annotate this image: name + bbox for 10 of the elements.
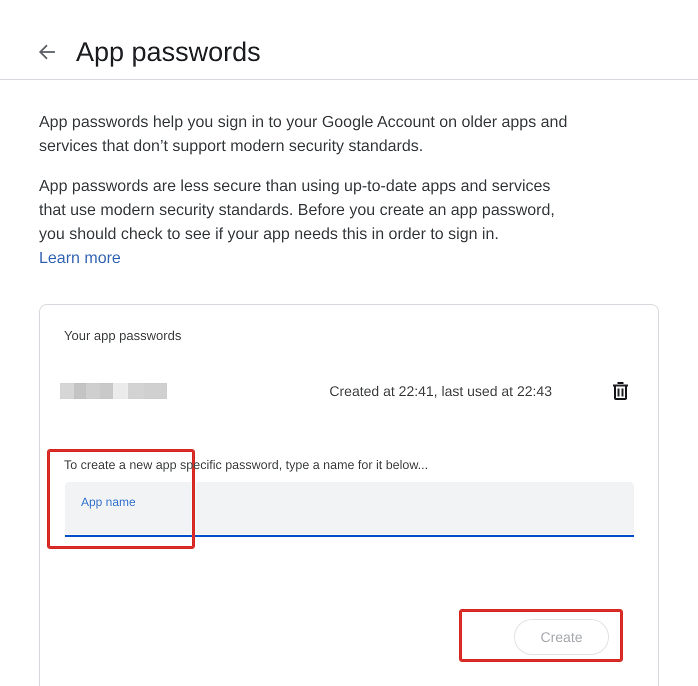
learn-more-link[interactable]: Learn more [39, 247, 121, 271]
field-label: App name [81, 495, 136, 509]
card-heading: Your app passwords [64, 328, 182, 344]
app-name-field[interactable]: App name [65, 482, 634, 537]
page-title: App passwords [76, 36, 261, 68]
back-arrow-icon[interactable] [38, 42, 56, 60]
password-usage-text: Created at 22:41, last used at 22:43 [329, 382, 552, 400]
intro-paragraph: App passwords are less secure than using up-to-date apps and services that use modern security standards. Before you create an app password, you should check to see if your app needs this in order to sign in. [39, 177, 556, 245]
intro-paragraph: App passwords help you sign in to your Google Account on older apps and services that don’t support modern security standards. [39, 113, 568, 157]
delete-icon[interactable] [612, 382, 629, 400]
